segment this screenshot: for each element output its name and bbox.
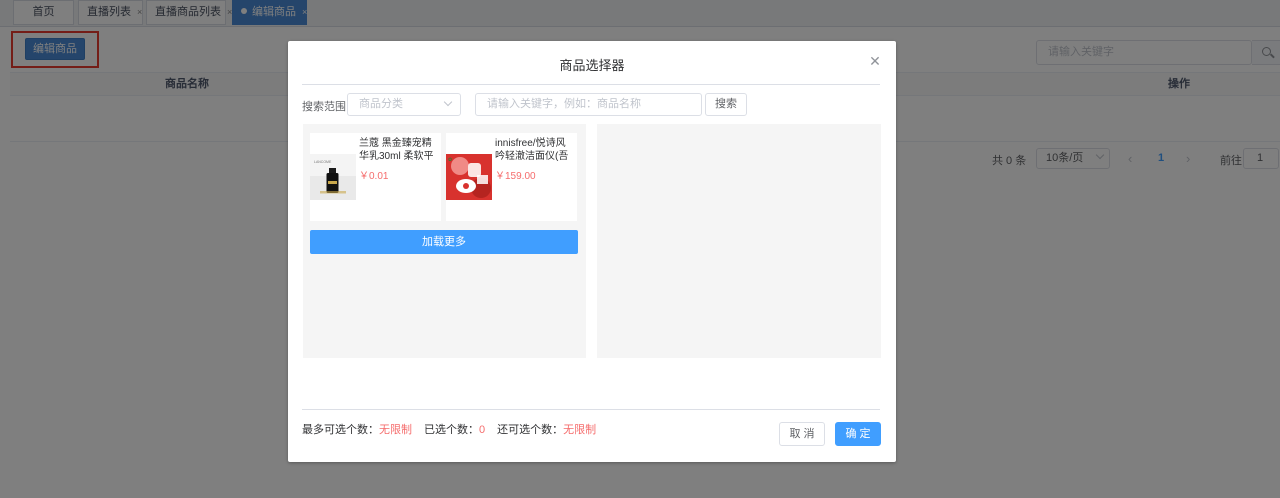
svg-text:✿: ✿	[448, 157, 452, 163]
load-more-button[interactable]: 加载更多	[310, 230, 578, 254]
product-card[interactable]: ✿ innisfree/悦诗风吟轻澈洁面仪(吾皇… ￥159.00	[446, 133, 577, 221]
selected-goods-panel	[597, 124, 881, 358]
product-card[interactable]: LANCOME 兰蔻 黑金臻宠精华乳30ml 柔软平滑… ￥0.01	[310, 133, 441, 221]
product-price: ￥159.00	[495, 171, 536, 182]
product-price: ￥0.01	[359, 171, 389, 182]
dialog-title: 商品选择器	[559, 58, 625, 73]
goods-selector-dialog: 商品选择器 ✕ 搜索范围 商品分类 请输入关键字，例如：商品名称 搜索 LANC…	[288, 41, 896, 462]
selected-count-value: 0	[479, 424, 486, 436]
search-button[interactable]: 搜索	[705, 93, 747, 116]
goods-list-panel: LANCOME 兰蔻 黑金臻宠精华乳30ml 柔软平滑… ￥0.01	[303, 124, 586, 358]
divider	[302, 84, 880, 85]
product-image: ✿	[446, 154, 492, 200]
svg-text:LANCOME: LANCOME	[314, 160, 332, 164]
remaining-count-label: 还可选个数：	[497, 424, 564, 436]
max-count-label: 最多可选个数：	[302, 424, 379, 436]
category-placeholder: 商品分类	[359, 98, 403, 110]
product-name: 兰蔻 黑金臻宠精华乳30ml 柔软平滑…	[359, 138, 434, 162]
max-count-value: 无限制	[379, 424, 412, 436]
keyword-input[interactable]: 请输入关键字，例如：商品名称	[475, 93, 702, 116]
cancel-button[interactable]: 取 消	[779, 422, 825, 446]
product-name: innisfree/悦诗风吟轻澈洁面仪(吾皇…	[495, 138, 569, 162]
category-select[interactable]: 商品分类	[347, 93, 461, 116]
chevron-down-icon	[443, 97, 453, 107]
divider	[302, 409, 880, 410]
confirm-button[interactable]: 确 定	[835, 422, 881, 446]
search-scope-label: 搜索范围	[302, 101, 346, 113]
selected-count-label: 已选个数：	[424, 424, 479, 436]
selection-counts: 最多可选个数：无限制 已选个数：0 还可选个数：无限制	[302, 421, 596, 437]
remaining-count-value: 无限制	[563, 424, 597, 436]
product-image: LANCOME	[310, 154, 356, 200]
close-icon[interactable]: ✕	[868, 54, 882, 68]
